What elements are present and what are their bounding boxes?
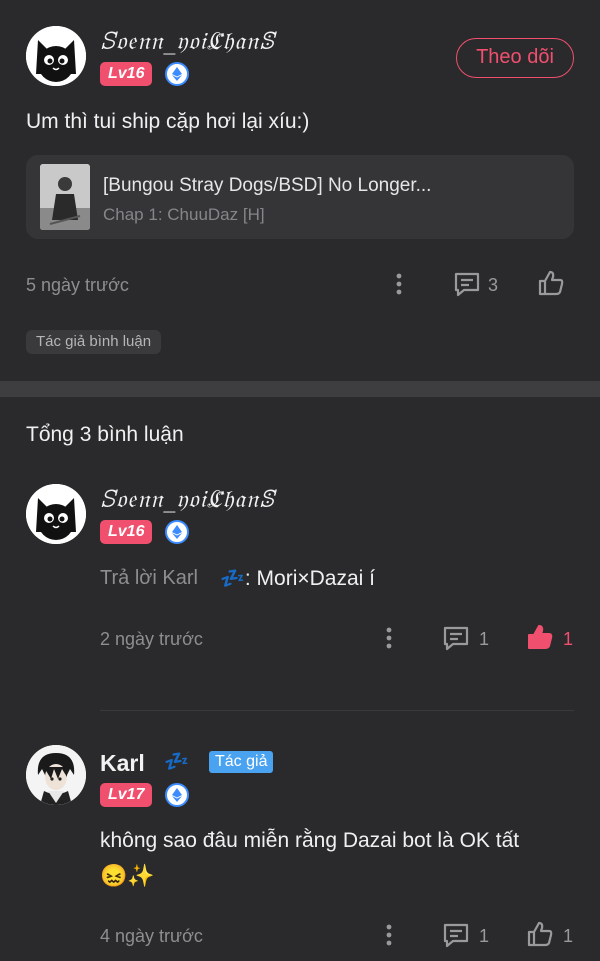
comment-text: : Mori×Dazai í (244, 566, 375, 590)
comment-text-emoji: 😖✨ (100, 863, 155, 888)
thumbs-up-icon[interactable] (536, 268, 566, 298)
comment-author-name[interactable]: ꕶ𝔬𝔢𝔫𝔫_𝔶𝔬𝔦ℭ𝔥𝔞𝔫ꕷ (100, 485, 275, 513)
story-card[interactable]: [Bungou Stray Dogs/BSD] No Longer... Cha… (26, 155, 574, 239)
comment-author-name[interactable]: Karl (100, 750, 145, 777)
author-tag: Tác giả (209, 751, 274, 773)
story-title: [Bungou Stray Dogs/BSD] No Longer... (103, 175, 432, 196)
like-count: 1 (563, 629, 574, 649)
thumbs-up-icon[interactable] (525, 622, 555, 652)
comment-icon[interactable] (441, 921, 471, 949)
comment-divider (100, 710, 574, 711)
verified-icon (165, 62, 189, 86)
author-commented-tag: Tác giả bình luận (26, 330, 162, 354)
comment-count: 3 (488, 275, 499, 295)
post-timestamp: 5 ngày trước (26, 275, 129, 295)
sleep-emoji: 💤 (164, 751, 189, 773)
story-chapter: Chap 1: ChuuDaz [H] (103, 205, 265, 224)
more-vertical-icon[interactable] (378, 921, 400, 949)
cat-avatar-icon (26, 26, 86, 86)
cat-avatar-icon (26, 484, 86, 544)
reply-line: Trả lời Karl 💤 : Mori×Dazai í (100, 566, 375, 591)
thumbs-up-icon[interactable] (525, 919, 555, 949)
section-divider (0, 381, 600, 397)
comment-avatar[interactable] (26, 745, 86, 805)
comment-avatar[interactable] (26, 484, 86, 544)
comment-timestamp: 4 ngày trước (100, 926, 203, 946)
comment-count: 1 (479, 629, 490, 649)
level-badge: Lv16 (100, 62, 153, 86)
comments-header: Tổng 3 bình luận (26, 423, 184, 446)
sleep-emoji: 💤 (219, 568, 245, 590)
verified-icon (165, 520, 189, 544)
level-badge: Lv17 (100, 783, 153, 807)
more-vertical-icon[interactable] (378, 624, 400, 652)
comment-text: không sao đâu miễn rằng Dazai bot là OK … (100, 829, 520, 852)
post-content: Um thì tui ship cặp hơi lại xíu:) (26, 110, 310, 133)
comment-timestamp: 2 ngày trước (100, 629, 203, 649)
more-vertical-icon[interactable] (388, 270, 410, 298)
comment-count: 1 (479, 926, 490, 946)
post-author-name[interactable]: ꕶ𝔬𝔢𝔫𝔫_𝔶𝔬𝔦ℭ𝔥𝔞𝔫ꕷ (100, 27, 275, 55)
comment-icon[interactable] (452, 270, 482, 298)
story-thumbnail (40, 164, 90, 230)
anime-avatar-icon (26, 745, 86, 805)
follow-button[interactable]: Theo dõi (456, 38, 574, 78)
verified-icon (165, 783, 189, 807)
like-count: 1 (563, 926, 574, 946)
comment-icon[interactable] (441, 624, 471, 652)
level-badge: Lv16 (100, 520, 153, 544)
post-author-avatar[interactable] (26, 26, 86, 86)
reply-prefix: Trả lời Karl (100, 567, 198, 589)
